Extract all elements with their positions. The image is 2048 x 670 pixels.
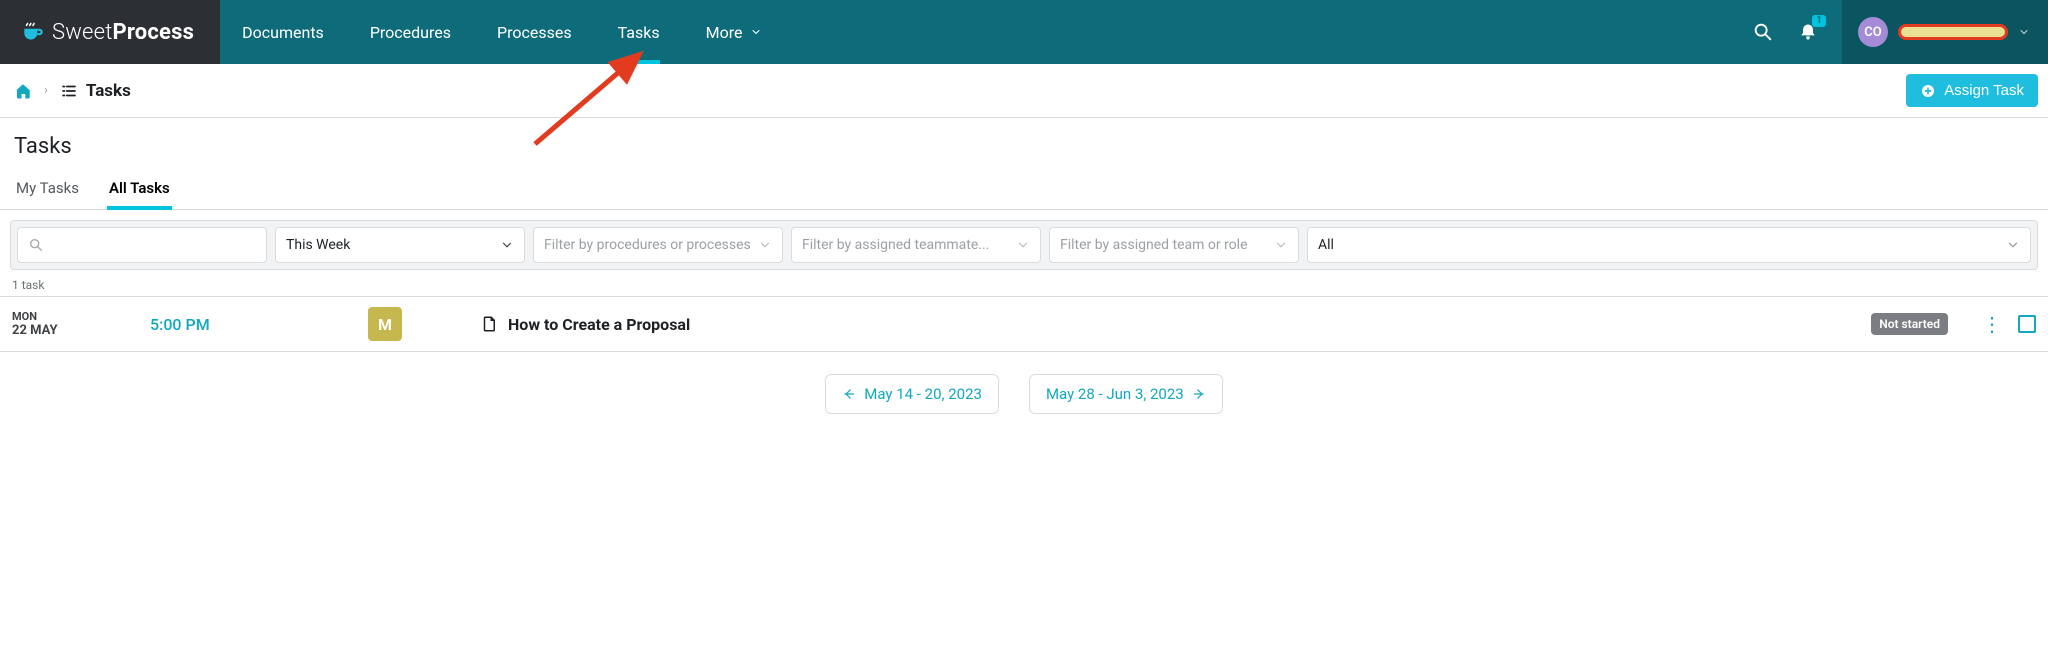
assignee-avatar[interactable]: M [368,307,402,341]
chevron-down-icon [758,238,772,252]
user-menu[interactable]: CO [1842,0,2048,64]
filter-period[interactable]: This Week [275,227,525,263]
search-input[interactable] [17,227,267,263]
status-badge: Not started [1871,313,1948,335]
nav-more[interactable]: More [706,0,763,64]
result-count: 1 task [0,270,2048,296]
plus-circle-icon [1920,83,1936,99]
task-tabs: My Tasks All Tasks [0,169,2048,210]
notification-count-badge: 1 [1812,15,1826,27]
filter-bar: This Week Filter by procedures or proces… [10,220,2038,270]
cup-icon [20,19,46,45]
brand-text: SweetProcess [52,20,194,45]
tab-my-tasks[interactable]: My Tasks [14,169,81,209]
top-bar: SweetProcess Documents Procedures Proces… [0,0,2048,64]
user-name-redacted [1898,24,2008,40]
search-icon [28,237,44,253]
page-title: Tasks [0,118,2048,169]
row-checkbox[interactable] [2018,315,2036,333]
chevron-down-icon [2018,26,2030,38]
chevron-down-icon [500,238,514,252]
search-icon[interactable] [1752,21,1774,43]
notifications-icon[interactable]: 1 [1798,21,1818,43]
filter-status[interactable]: All [1307,227,2031,263]
pager-next[interactable]: May 28 - Jun 3, 2023 [1029,374,1223,414]
row-menu-icon[interactable]: ⋮ [1982,314,2002,334]
task-title[interactable]: How to Create a Proposal [480,314,1853,334]
document-icon [480,314,498,334]
tab-all-tasks[interactable]: All Tasks [107,169,172,209]
chevron-down-icon [2006,238,2020,252]
breadcrumb-bar: › Tasks Assign Task [0,64,2048,118]
arrow-left-icon [842,387,856,401]
assign-task-button[interactable]: Assign Task [1906,74,2038,107]
main-nav: Documents Procedures Processes Tasks Mor… [220,0,2048,64]
nav-documents[interactable]: Documents [242,0,324,64]
filter-procedures[interactable]: Filter by procedures or processes [533,227,783,263]
filter-teammates[interactable]: Filter by assigned teammate... [791,227,1041,263]
breadcrumb-separator: › [44,83,48,98]
chevron-down-icon [750,26,762,38]
breadcrumb: › Tasks [14,81,131,101]
home-icon[interactable] [14,82,32,100]
filter-team-role[interactable]: Filter by assigned team or role [1049,227,1299,263]
task-time[interactable]: 5:00 PM [150,315,350,334]
chevron-down-icon [1016,238,1030,252]
arrow-right-icon [1192,387,1206,401]
task-row: MON 22 MAY 5:00 PM M How to Create a Pro… [0,296,2048,352]
nav-tasks[interactable]: Tasks [618,0,660,64]
pager-prev[interactable]: May 14 - 20, 2023 [825,374,999,414]
nav-processes[interactable]: Processes [497,0,572,64]
breadcrumb-current: Tasks [60,81,131,101]
chevron-down-icon [1274,238,1288,252]
list-icon [60,82,78,100]
avatar: CO [1858,17,1888,47]
nav-procedures[interactable]: Procedures [370,0,451,64]
date-pager: May 14 - 20, 2023 May 28 - Jun 3, 2023 [0,352,2048,436]
task-date: MON 22 MAY [12,310,132,339]
logo[interactable]: SweetProcess [0,0,220,64]
